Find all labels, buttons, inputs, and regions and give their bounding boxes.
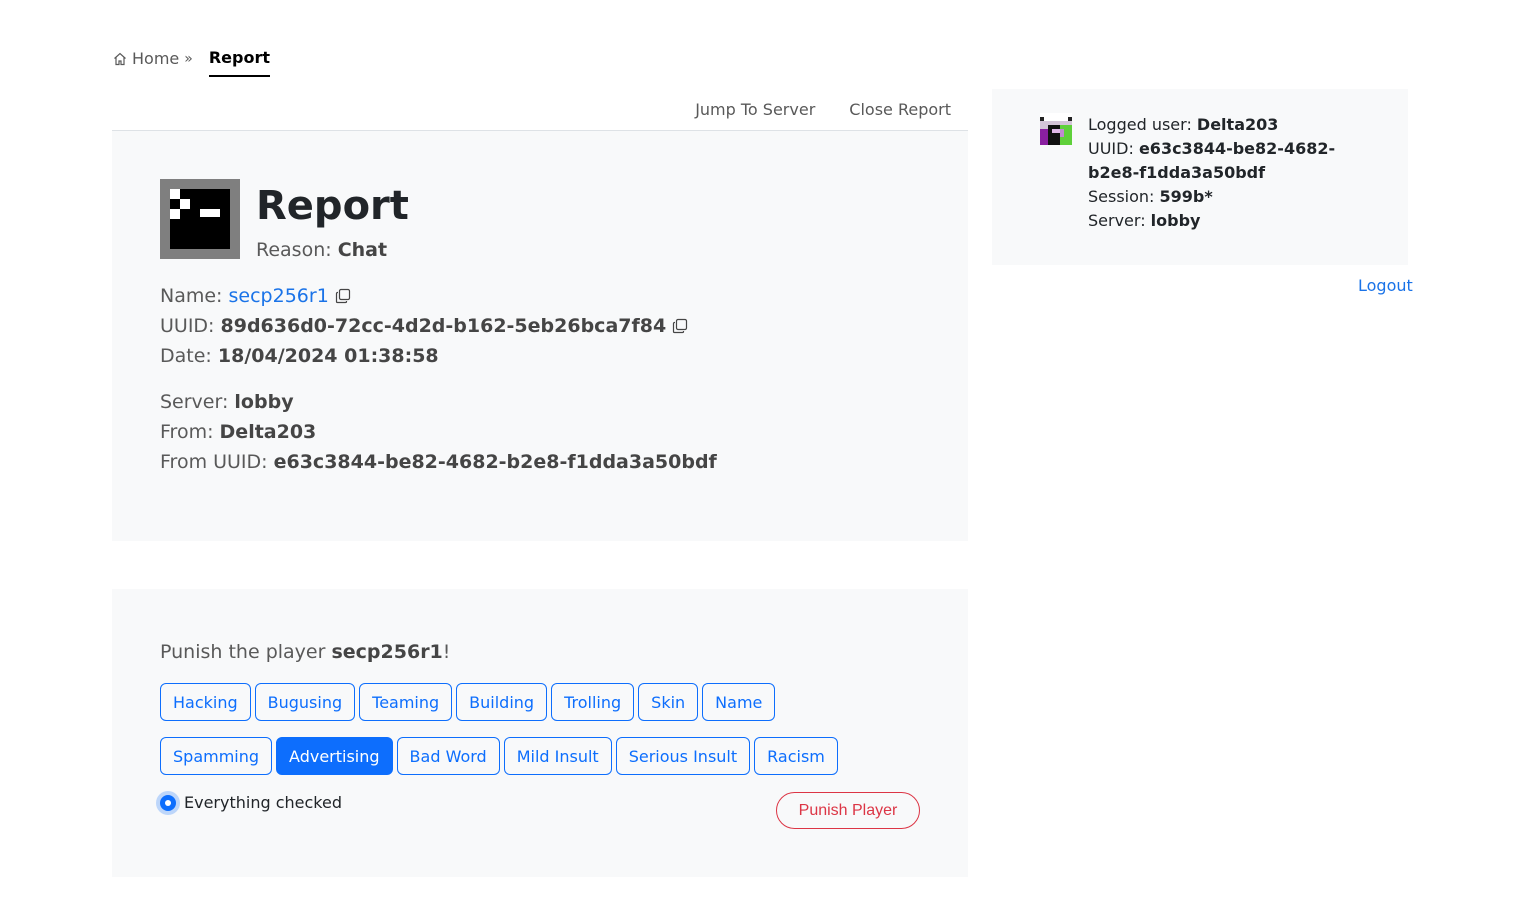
logged-user-info: Logged user: Delta203 UUID: e63c3844-be8… [1088,115,1336,230]
reason-bugusing-button[interactable]: Bugusing [254,683,356,721]
jump-to-server-link[interactable]: Jump To Server [678,100,832,119]
reason-advertising-button[interactable]: Advertising [276,737,393,775]
report-from-uuid-row: From UUID: e63c3844-be82-4682-b2e8-f1dda… [160,451,717,473]
report-actions-nav: Jump To Server Close Report [112,89,968,131]
report-uuid-row: UUID: 89d636d0-72cc-4d2d-b162-5eb26bca7f… [160,315,688,337]
reason-racism-button[interactable]: Racism [754,737,838,775]
reason-building-button[interactable]: Building [456,683,548,721]
everything-checked-radio[interactable] [160,794,176,811]
report-from-row: From: Delta203 [160,421,317,443]
reason-hacking-button[interactable]: Hacking [160,683,251,721]
everything-checked-option[interactable]: Everything checked [160,793,342,812]
punish-player-button[interactable]: Punish Player [776,792,920,829]
breadcrumb-home-label: Home [132,49,180,68]
player-name-link[interactable]: secp256r1 [229,285,329,307]
reason-mild-insult-button[interactable]: Mild Insult [503,737,612,775]
report-name-row: Name: secp256r1 [160,285,351,307]
player-uuid: 89d636d0-72cc-4d2d-b162-5eb26bca7f84 [220,315,667,337]
reason-buttons-row-2: Spamming Advertising Bad Word Mild Insul… [160,737,842,775]
reason-buttons-row-1: Hacking Bugusing Teaming Building Trolli… [160,683,779,721]
reason-teaming-button[interactable]: Teaming [359,683,453,721]
reason-spamming-button[interactable]: Spamming [160,737,273,775]
logged-server: lobby [1150,211,1201,230]
player-avatar [160,179,240,259]
user-avatar [1040,113,1072,145]
home-icon [114,52,126,65]
reason-bad-word-button[interactable]: Bad Word [396,737,500,775]
logged-session: 599b* [1159,187,1213,206]
punish-heading: Punish the player secp256r1! [160,641,451,663]
page-title: Report [256,183,409,229]
report-date-row: Date: 18/04/2024 01:38:58 [160,345,439,367]
logout-link[interactable]: Logout [1358,276,1413,295]
punish-card: Punish the player secp256r1! Hacking Bug… [112,589,968,877]
reason-trolling-button[interactable]: Trolling [551,683,635,721]
reason-skin-button[interactable]: Skin [638,683,699,721]
report-card: Report Reason: Chat Name: secp256r1 UUID… [112,131,968,541]
breadcrumb-home-link[interactable]: Home [112,49,179,68]
logged-username: Delta203 [1196,115,1279,134]
reason-name-button[interactable]: Name [702,683,776,721]
report-reason: Reason: Chat [256,239,388,261]
close-report-link[interactable]: Close Report [832,100,968,119]
everything-checked-label: Everything checked [184,793,342,812]
breadcrumb: Home » Report [112,40,270,77]
breadcrumb-separator: » [184,50,193,67]
logged-user-card: Logged user: Delta203 UUID: e63c3844-be8… [992,89,1408,265]
copy-icon[interactable] [672,318,688,334]
reason-serious-insult-button[interactable]: Serious Insult [615,737,751,775]
breadcrumb-current: Report [208,48,270,77]
copy-icon[interactable] [335,288,351,304]
report-server-row: Server: lobby [160,391,294,413]
